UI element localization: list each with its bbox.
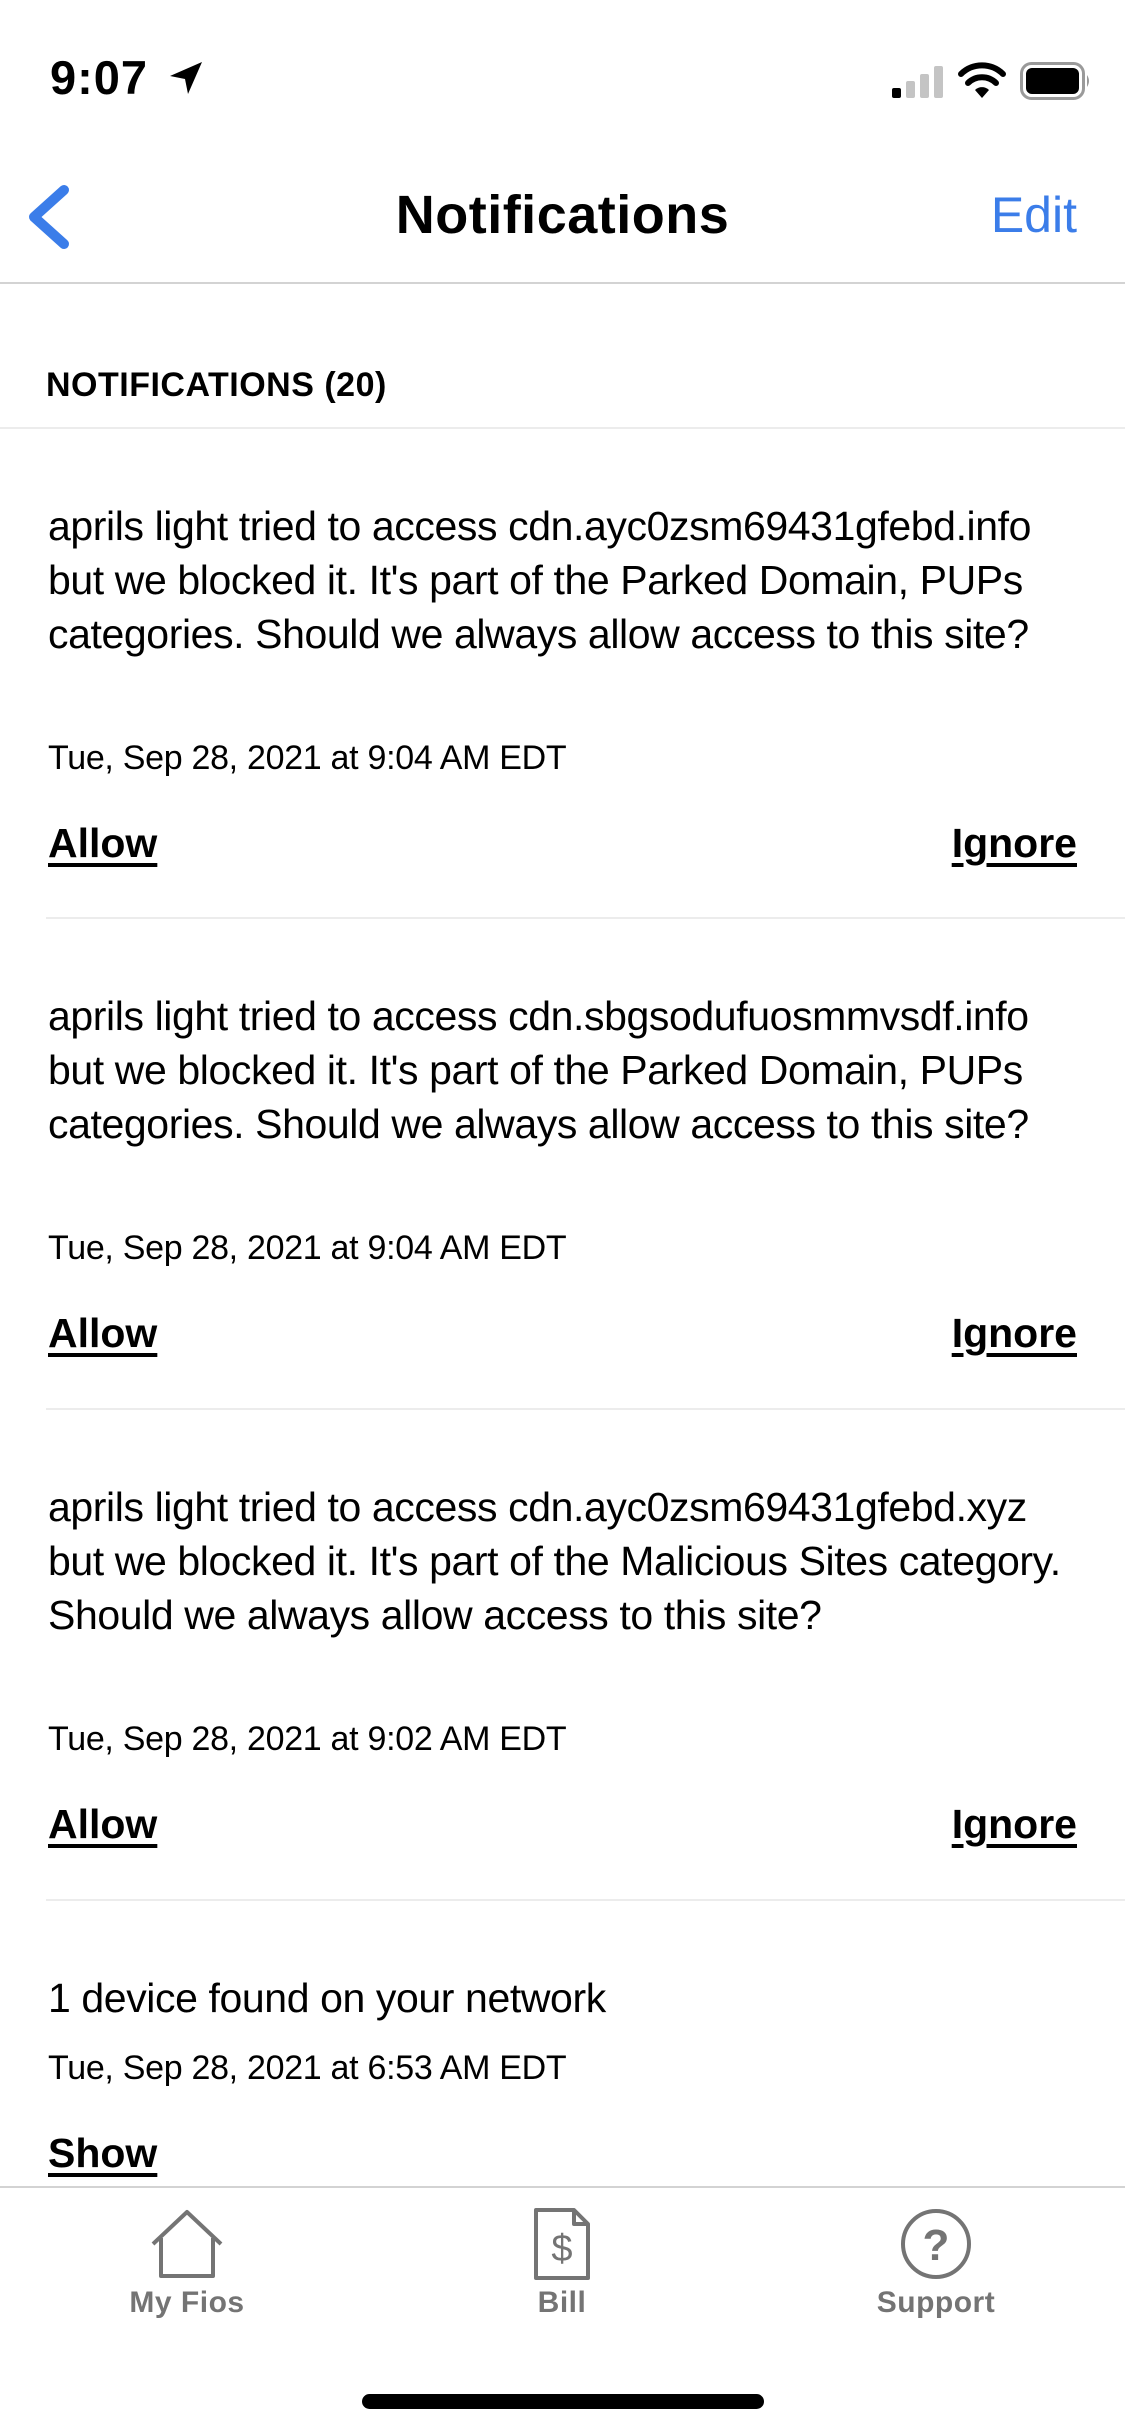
allow-button[interactable]: Allow — [48, 820, 157, 867]
page-title: Notifications — [395, 185, 730, 245]
notification-message: aprils light tried to access cdn.ayc0zsm… — [48, 503, 1032, 657]
cellular-signal-icon — [892, 66, 943, 98]
notification-timestamp: Tue, Sep 28, 2021 at 6:53 AM EDT — [48, 2049, 567, 2087]
home-indicator[interactable] — [362, 2394, 764, 2409]
edit-button[interactable]: Edit — [991, 186, 1077, 244]
notification-timestamp: Tue, Sep 28, 2021 at 9:04 AM EDT — [48, 739, 567, 777]
notification-message: aprils light tried to access cdn.ayc0zsm… — [48, 1484, 1061, 1638]
notification-message: 1 device found on your network — [48, 1975, 606, 2021]
ignore-button[interactable]: Ignore — [952, 820, 1077, 867]
notification-message: aprils light tried to access cdn.sbgsodu… — [48, 993, 1029, 1147]
status-time: 9:07 — [50, 51, 149, 104]
allow-button[interactable]: Allow — [48, 1310, 157, 1357]
help-icon: ? — [901, 2209, 971, 2279]
home-icon — [151, 2210, 223, 2278]
tab-label: My Fios — [129, 2286, 245, 2319]
notification-timestamp: Tue, Sep 28, 2021 at 9:02 AM EDT — [48, 1720, 567, 1758]
ignore-button[interactable]: Ignore — [952, 1801, 1077, 1848]
tab-label: Bill — [537, 2286, 587, 2319]
notification-item: aprils light tried to access cdn.ayc0zsm… — [0, 1410, 1125, 1901]
notification-item: aprils light tried to access cdn.ayc0zsm… — [0, 429, 1125, 919]
notification-item: 1 device found on your network Tue, Sep … — [0, 1901, 1125, 2186]
svg-text:?: ? — [923, 2221, 950, 2270]
ignore-button[interactable]: Ignore — [952, 1310, 1077, 1357]
tab-label: Support — [876, 2286, 996, 2319]
svg-text:$: $ — [551, 2228, 572, 2270]
status-bar: 9:07 — [0, 0, 1125, 140]
location-arrow-icon — [170, 62, 202, 94]
notifications-section-header: NOTIFICATIONS (20) — [0, 284, 1125, 429]
bill-icon: $ — [534, 2208, 590, 2280]
tab-bill[interactable]: $ Bill — [452, 2208, 672, 2338]
notification-item: aprils light tried to access cdn.sbgsodu… — [0, 919, 1125, 1410]
notification-timestamp: Tue, Sep 28, 2021 at 9:04 AM EDT — [48, 1229, 567, 1267]
notifications-count-label: NOTIFICATIONS (20) — [46, 366, 387, 404]
tab-support[interactable]: ? Support — [826, 2208, 1046, 2338]
allow-button[interactable]: Allow — [48, 1801, 157, 1848]
navigation-bar: Notifications Edit — [0, 140, 1125, 284]
show-button[interactable]: Show — [48, 2130, 157, 2177]
wifi-icon — [958, 62, 1006, 98]
tab-my-fios[interactable]: My Fios — [77, 2208, 297, 2338]
app-screen: 9:07 Notifications Edit NOTIFICATIONS (2… — [0, 0, 1125, 2436]
battery-icon — [1020, 62, 1089, 100]
